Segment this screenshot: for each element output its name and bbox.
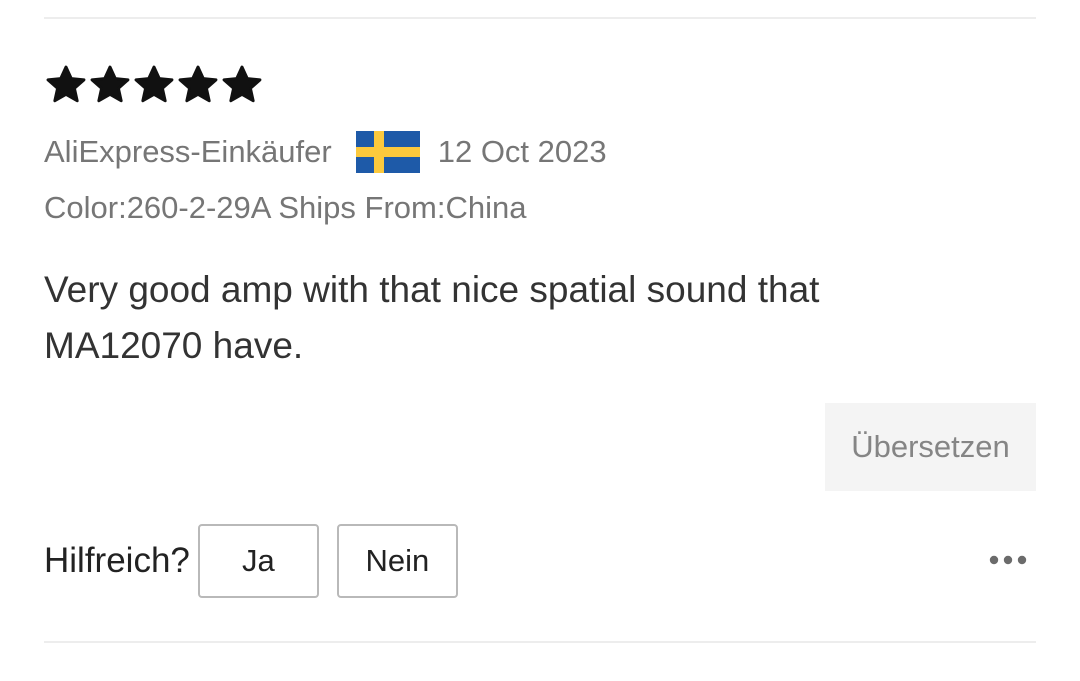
helpful-no-button[interactable]: Nein [336,524,458,598]
reviewer-name: AliExpress-Einkäufer [44,134,332,169]
review-text: Very good amp with that nice spatial sou… [44,269,820,366]
review-date: 12 Oct 2023 [437,134,607,169]
review-meta: AliExpress-Einkäufer 12 Oct 2023 [44,128,607,176]
more-horizontal-icon [989,555,1027,565]
more-options-button[interactable] [986,548,1030,572]
star-rating [44,63,264,107]
star-icon [134,65,174,103]
top-divider [44,17,1036,19]
star-icon [46,65,86,103]
star-icon [178,65,218,103]
star-icon [90,65,130,103]
sweden-flag-icon [355,131,420,173]
bottom-divider [44,641,1036,643]
star-icon [222,65,262,103]
helpful-row: Hilfreich? Ja Nein [44,524,458,598]
helpful-yes-button[interactable]: Ja [197,524,319,598]
sku-info: Color:260-2-29A Ships From:China [44,190,527,225]
translate-button[interactable]: Übersetzen [825,403,1036,491]
helpful-label: Hilfreich? [44,541,190,580]
